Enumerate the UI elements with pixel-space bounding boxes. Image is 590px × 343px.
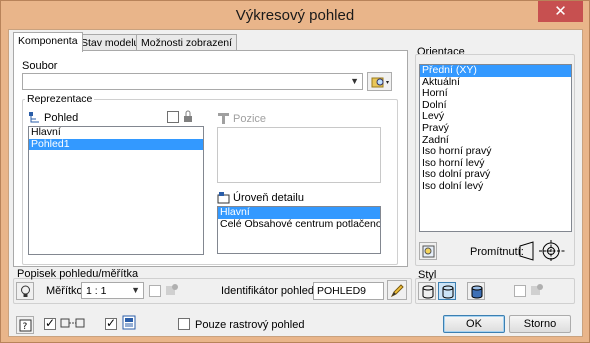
list-item[interactable]: Hlavní: [29, 127, 203, 139]
scale-value: 1 : 1: [86, 285, 107, 297]
scale-combobox[interactable]: 1 : 1 ▼: [81, 282, 144, 299]
view-lock-checkbox[interactable]: [167, 111, 179, 123]
file-combobox[interactable]: ▼: [22, 73, 363, 90]
edit-label-button[interactable]: [387, 280, 407, 300]
dialog-title: Výkresový pohled: [235, 7, 355, 24]
projection-symbol-icon[interactable]: [519, 240, 567, 262]
view-label: Pohled: [44, 112, 79, 124]
sheet-layout-icon: [122, 315, 136, 330]
view-label-button[interactable]: [16, 282, 34, 300]
cylinder-hidden-lines-icon: [422, 285, 434, 299]
view-representation-icon: [29, 112, 39, 123]
close-button[interactable]: ✕: [538, 1, 583, 22]
orientation-listbox[interactable]: Přední (XY) Aktuální Horní Dolní Levý Pr…: [419, 64, 572, 232]
detail-level-listbox[interactable]: Hlavní Celé Obsahové centrum potlačeno: [217, 206, 381, 254]
detail-level-label: Úroveň detailu: [233, 192, 304, 204]
list-item[interactable]: Iso horní pravý: [420, 146, 571, 158]
view-option-checkbox[interactable]: [44, 316, 56, 330]
scale-visibility-icon: [166, 284, 178, 295]
list-item[interactable]: Pohled1: [29, 138, 203, 151]
help-button[interactable]: ?: [16, 316, 34, 334]
raster-only-label: Pouze rastrový pohled: [195, 319, 305, 331]
list-item[interactable]: Iso dolní levý: [420, 180, 571, 193]
list-item[interactable]: Pravý: [420, 122, 571, 135]
help-icon: ?: [19, 319, 32, 332]
chevron-down-icon: ▼: [350, 76, 359, 86]
alignment-icon: [60, 318, 85, 328]
svg-text:?: ?: [23, 322, 28, 332]
tab-komponenta[interactable]: Komponenta: [13, 32, 83, 52]
list-item[interactable]: Přední (XY): [420, 65, 571, 77]
style-hidden-lines-button[interactable]: [418, 282, 436, 300]
custom-view-button[interactable]: [419, 242, 437, 260]
tab-stav-modelu[interactable]: Stav modelu: [76, 34, 145, 51]
position-icon: [218, 113, 229, 124]
scale-visibility-checkbox[interactable]: [149, 285, 161, 297]
style-from-base-checkbox[interactable]: [514, 285, 526, 297]
label-scale-group-label: Popisek pohledu/měřítka: [17, 268, 139, 280]
position-listbox: [217, 127, 381, 183]
style-label: Styl: [418, 269, 437, 281]
cylinder-no-hidden-lines-icon: [442, 285, 454, 299]
pencil-icon: [390, 284, 404, 298]
projection-label: Promítnutí:: [470, 246, 524, 258]
representation-label: Reprezentace: [25, 93, 95, 105]
list-item[interactable]: Hlavní: [218, 207, 380, 219]
open-file-button[interactable]: [367, 72, 392, 91]
cancel-button[interactable]: Storno: [509, 315, 571, 333]
detail-level-icon: [217, 192, 230, 204]
cylinder-shaded-icon: [471, 285, 483, 299]
style-from-base-icon: [531, 284, 543, 295]
open-folder-icon: [371, 77, 389, 88]
view-listbox[interactable]: Hlavní Pohled1: [28, 126, 204, 255]
tab-moznosti-zobrazeni[interactable]: Možnosti zobrazení: [136, 34, 238, 51]
lightbulb-icon: [21, 285, 30, 297]
position-label: Pozice: [233, 113, 267, 125]
ok-button[interactable]: OK: [443, 315, 505, 333]
display-option-checkbox[interactable]: [105, 316, 117, 330]
custom-view-icon: [422, 245, 435, 258]
chevron-down-icon: ▼: [131, 285, 140, 295]
style-hidden-lines-removed-button[interactable]: [438, 282, 456, 300]
title-bar[interactable]: Výkresový pohled ✕: [1, 1, 589, 29]
dialog-client-area: Komponenta Stav modelu Možnosti zobrazen…: [8, 29, 583, 337]
lock-icon: [184, 110, 192, 122]
scale-label: Měřítko: [46, 285, 83, 297]
view-identifier-label: Identifikátor pohledu: [221, 285, 321, 297]
style-shaded-button[interactable]: [467, 282, 485, 300]
tab-panel-komponenta: Soubor ▼ Reprezentace Pohled Hlavní Pohl…: [13, 50, 408, 267]
view-identifier-input[interactable]: POHLED9: [313, 282, 384, 300]
raster-only-checkbox[interactable]: [178, 318, 190, 330]
list-item[interactable]: Celé Obsahové centrum potlačeno: [218, 218, 380, 231]
file-label: Soubor: [22, 60, 58, 72]
dialog-window: Výkresový pohled ✕ Komponenta Stav model…: [0, 0, 590, 343]
